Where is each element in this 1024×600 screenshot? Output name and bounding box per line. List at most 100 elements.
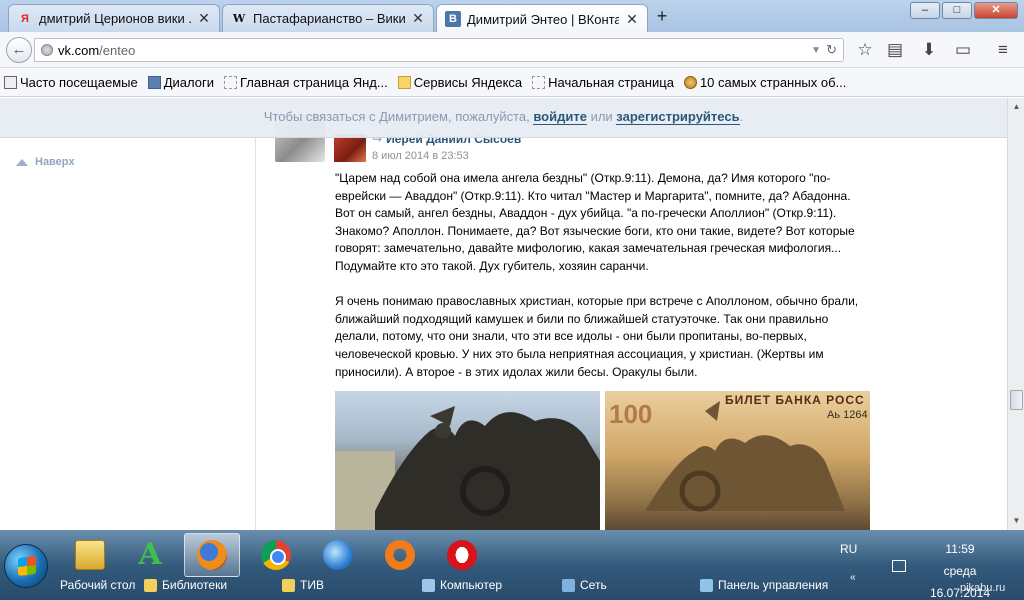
pin-icon	[4, 76, 17, 89]
network-icon	[562, 578, 575, 592]
yandex-icon: Я	[21, 12, 29, 25]
scroll-up-arrow-icon[interactable]: ▲	[1010, 100, 1023, 114]
avast-icon	[385, 540, 415, 570]
scrollbar-thumb[interactable]	[1010, 390, 1023, 410]
clock-time: 11:59	[945, 542, 975, 556]
bookmarks-bar: Часто посещаемые Диалоги Главная страниц…	[0, 69, 1024, 97]
navigation-bar: ← vk.com/enteo ▼ ↻ ☆ ▤ ⬇ ▭ ≡	[0, 32, 1024, 68]
bookmark-label: Диалоги	[163, 75, 214, 90]
computer-icon	[422, 578, 435, 592]
close-icon[interactable]: ✕	[411, 10, 425, 27]
tab-yandex[interactable]: Я дмитрий Церионов вики ... ✕	[8, 4, 220, 32]
taskbar-app-firefox[interactable]	[184, 533, 240, 577]
taskbar-app-ie[interactable]	[310, 533, 366, 577]
back-button[interactable]: ←	[6, 37, 32, 63]
folder-icon	[397, 76, 411, 89]
tab-vk[interactable]: В Димитрий Энтео | ВКонта... ✕	[436, 4, 648, 33]
bookmark-start-page[interactable]: Начальная страница	[532, 75, 674, 90]
folder-icon	[75, 540, 105, 570]
login-notice: Чтобы связаться с Димитрием, пожалуйста,…	[0, 98, 1007, 138]
opera-icon	[447, 540, 477, 570]
tab-bar: Я дмитрий Церионов вики ... ✕ W Пастафар…	[0, 0, 1024, 33]
language-indicator[interactable]: RU	[840, 542, 857, 556]
toolbar-label: Сеть	[580, 578, 607, 592]
close-icon[interactable]: ✕	[197, 10, 211, 27]
menu-icon[interactable]: ≡	[992, 40, 1014, 60]
clock-day: среда	[943, 564, 977, 578]
control-panel-icon	[700, 578, 713, 592]
taskbar-app-libraries[interactable]	[62, 533, 118, 577]
bookmark-label: Главная страница Янд...	[239, 75, 388, 90]
toolbar-label: ТИВ	[300, 578, 324, 592]
toolbar-network[interactable]: Сеть	[562, 578, 607, 592]
watermark: pikabu.ru	[960, 582, 1006, 594]
toolbar-computer[interactable]: Компьютер	[422, 578, 502, 592]
taskbar-app-opera[interactable]	[434, 533, 490, 577]
left-column: Наверх	[0, 98, 255, 530]
post-paragraph: Я очень понимаю православных христиан, к…	[335, 294, 859, 379]
toolbar-label: Компьютер	[440, 578, 503, 592]
tab-wikipedia[interactable]: W Пастафарианство – Вики... ✕	[222, 4, 434, 32]
bookmark-yandex-home[interactable]: Главная страница Янд...	[223, 75, 388, 90]
toolbar-label: Рабочий стол	[60, 578, 136, 592]
star-icon[interactable]: ☆	[854, 40, 876, 60]
reload-icon[interactable]: ↻	[826, 42, 837, 58]
toolbar-label: Библиотеки	[162, 578, 228, 592]
firefox-icon	[197, 540, 227, 570]
maximize-button[interactable]: □	[942, 2, 972, 19]
bookmark-dialogs[interactable]: Диалоги	[147, 75, 214, 90]
url-path: /enteo	[99, 42, 136, 58]
taskbar-app-chrome[interactable]	[248, 533, 304, 577]
network-tray-icon[interactable]	[892, 560, 906, 572]
bookmark-frequent[interactable]: Часто посещаемые	[4, 75, 138, 90]
close-icon[interactable]: ✕	[625, 11, 639, 28]
chevron-down-icon[interactable]: ▼	[811, 45, 821, 56]
download-icon[interactable]: ⬇	[918, 40, 940, 60]
address-bar[interactable]: vk.com/enteo ▼ ↻	[34, 38, 844, 62]
start-button[interactable]	[4, 544, 48, 588]
close-window-button[interactable]: ✕	[974, 2, 1018, 19]
register-link[interactable]: зарегистрируйтесь	[616, 109, 740, 125]
login-link[interactable]: войдите	[533, 109, 587, 125]
taskbar-app-avast[interactable]	[372, 533, 428, 577]
post-photo-banknote[interactable]: 100 БИЛЕТ БАНКА РОСС Аь 1264	[605, 391, 870, 530]
author-avatar[interactable]	[334, 134, 366, 162]
minimize-button[interactable]: –	[910, 2, 940, 19]
chat-icon	[147, 76, 161, 89]
chevron-up-icon[interactable]: «	[850, 572, 856, 583]
new-tab-button[interactable]: +	[652, 6, 672, 26]
toolbar-control-panel[interactable]: Панель управления	[700, 578, 828, 592]
bookmark-yandex-services[interactable]: Сервисы Яндекса	[397, 75, 522, 90]
toolbar-libraries[interactable]: Библиотеки	[144, 578, 227, 592]
post-date[interactable]: 8 июл 2014 в 23:53	[372, 150, 469, 162]
page-scrollbar[interactable]: ▲ ▼	[1007, 98, 1024, 530]
toolbar-label: Панель управления	[718, 578, 829, 592]
toolbar-desktop[interactable]: Рабочий стол	[60, 578, 135, 592]
post-paragraph: "Царем над собой она имела ангела бездны…	[335, 171, 855, 273]
window-icon[interactable]: ▭	[952, 40, 974, 60]
bookmark-label: Начальная страница	[548, 75, 674, 90]
bookmark-label: 10 самых странных об...	[699, 75, 847, 90]
notice-text: Чтобы связаться с Димитрием, пожалуйста,	[263, 109, 534, 124]
notice-text: или	[586, 109, 617, 124]
reading-list-icon[interactable]: ▤	[884, 40, 906, 60]
vk-icon: В	[445, 11, 461, 27]
aimp-icon: A	[138, 537, 162, 572]
arrow-up-icon	[16, 158, 28, 166]
scroll-to-top-link[interactable]: Наверх	[16, 156, 75, 168]
page-content: Наверх Чтобы связаться с Димитрием, пожа…	[0, 98, 1024, 530]
coin-icon	[683, 76, 697, 89]
scroll-down-arrow-icon[interactable]: ▼	[1010, 514, 1023, 528]
banknote-illustration	[645, 401, 845, 512]
windows-logo-icon	[18, 556, 36, 576]
bookmark-label: Часто посещаемые	[20, 75, 138, 90]
globe-icon	[41, 44, 53, 56]
window-controls: – □ ✕	[908, 2, 1018, 19]
bookmark-strange[interactable]: 10 самых странных об...	[683, 75, 847, 90]
toolbar-tiv[interactable]: ТИВ	[282, 578, 324, 592]
tab-title: Димитрий Энтео | ВКонта...	[467, 11, 619, 27]
scroll-to-top-label: Наверх	[35, 156, 75, 168]
post-photo-apollo-statue[interactable]	[335, 391, 600, 530]
taskbar-app-aimp[interactable]: A	[122, 533, 178, 577]
windows-taskbar: A Рабочий стол Библиотеки ТИВ Компьютер …	[0, 530, 1024, 600]
